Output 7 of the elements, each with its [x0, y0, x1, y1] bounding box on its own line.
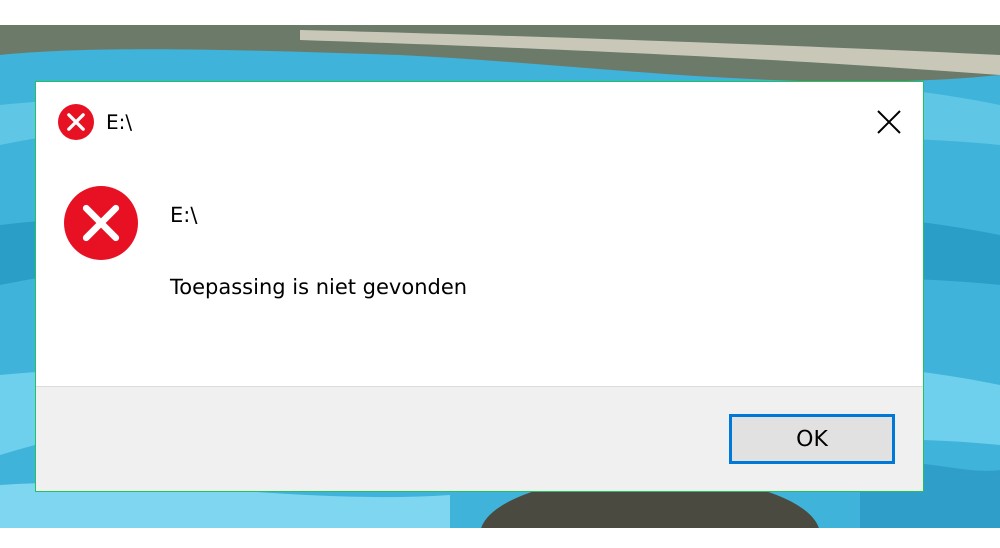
ok-button[interactable]: OK: [729, 414, 895, 464]
error-icon: [64, 186, 138, 260]
error-icon: [58, 104, 94, 140]
message-text: Toepassing is niet gevonden: [170, 275, 468, 299]
close-button[interactable]: [875, 108, 903, 136]
window-title: E:\: [106, 110, 134, 134]
message-heading: E:\: [170, 203, 198, 227]
